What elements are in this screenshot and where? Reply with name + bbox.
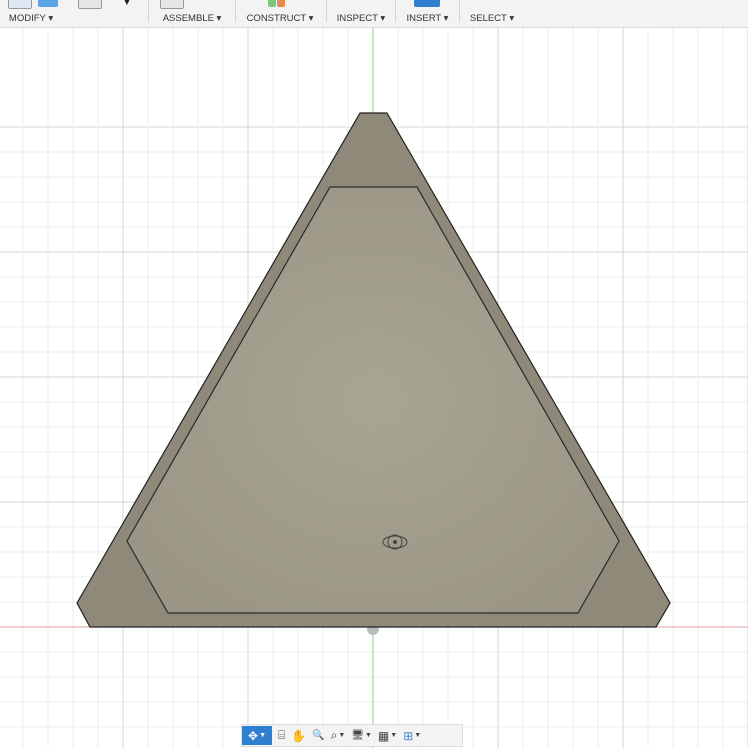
pan-button[interactable]: ✋ xyxy=(291,726,306,745)
plane-icon-2 xyxy=(277,0,285,7)
display-settings-button[interactable]: 🖥▼ xyxy=(351,726,372,745)
select-menu[interactable]: SELECT ▾ xyxy=(464,0,520,27)
construct-menu[interactable]: CONSTRUCT ▾ xyxy=(242,0,318,27)
look-at-button[interactable]: ⌸ xyxy=(278,726,285,745)
joint-icon xyxy=(160,0,184,9)
insert-icon xyxy=(414,0,440,7)
sketch-icon xyxy=(8,0,32,9)
zoom-icon: 🔍 xyxy=(312,730,324,741)
viewports-icon: ⊞ xyxy=(403,729,413,743)
assemble-menu[interactable]: ASSEMBLE ▾ xyxy=(158,0,226,27)
viewports-button[interactable]: ⊞▼ xyxy=(403,726,421,745)
plane-icon xyxy=(268,0,276,7)
3d-viewport[interactable] xyxy=(0,28,748,748)
more-dropdown-icon[interactable]: ▼ xyxy=(122,0,132,8)
grid-settings-button[interactable]: ▦▼ xyxy=(378,726,397,745)
insert-menu[interactable]: INSERT ▾ xyxy=(400,0,455,27)
orbit-button[interactable]: ✥▼ xyxy=(242,726,272,745)
fillet-icon[interactable] xyxy=(78,0,102,9)
inspect-menu[interactable]: INSPECT ▾ xyxy=(332,0,390,27)
zoom-button[interactable]: 🔍 xyxy=(312,726,324,745)
fit-icon: ⌕ xyxy=(331,728,338,743)
grid-settings-icon: ▦ xyxy=(378,729,389,743)
fit-button[interactable]: ⌕▼ xyxy=(331,726,346,745)
toolbar: MODIFY ▾ ▼ ASSEMBLE ▾ CONSTRUCT ▾ INSPEC… xyxy=(0,0,748,28)
pan-icon: ✋ xyxy=(291,729,306,743)
orbit-icon: ✥ xyxy=(248,729,258,743)
display-settings-icon: 🖥 xyxy=(351,730,364,741)
press-pull-icon xyxy=(38,0,58,7)
look-at-icon: ⌸ xyxy=(278,728,285,743)
modify-menu[interactable]: MODIFY ▾ xyxy=(0,0,62,27)
navigation-bar: ✥▼ ⌸ ✋ 🔍 ⌕▼ 🖥▼ ▦▼ ⊞▼ xyxy=(241,724,463,747)
